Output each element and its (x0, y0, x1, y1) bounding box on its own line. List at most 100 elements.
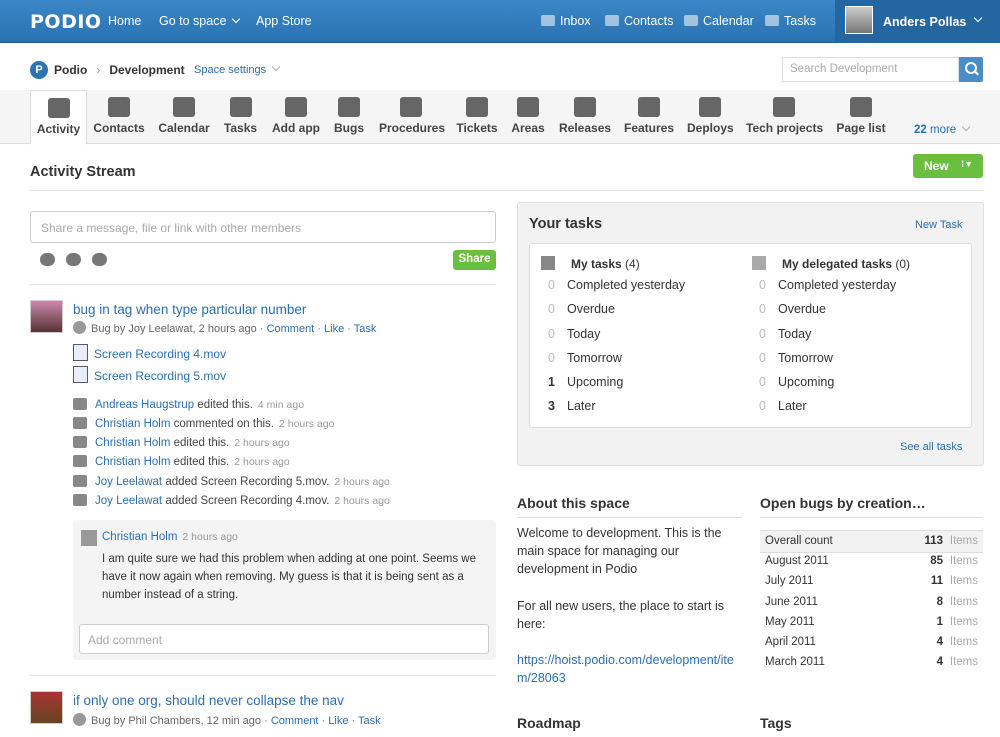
bug-row[interactable]: March 2011 4 Items (760, 656, 983, 676)
tab-tech-projects[interactable]: Tech projects (746, 90, 823, 144)
tab-tickets[interactable]: Tickets (456, 90, 498, 144)
open-bugs-table: Overall count 113 Items August 2011 85 Items… (760, 530, 983, 677)
like-link[interactable]: Like (328, 715, 348, 727)
comment-link[interactable]: Comment (271, 715, 319, 727)
activity-icon (47, 98, 70, 118)
comment-link[interactable]: Comment (267, 323, 315, 335)
tasks-icon (765, 15, 779, 26)
task-row[interactable]: 0 Tomorrow (541, 351, 685, 375)
commenter-avatar[interactable] (81, 530, 97, 546)
tab-calendar[interactable]: Calendar (158, 90, 210, 144)
item-time: 2 hours ago (198, 323, 257, 335)
podio-logo[interactable]: PODIO (30, 11, 102, 33)
bug-row[interactable]: July 2011 11 Items (760, 575, 983, 595)
link-globe-icon[interactable] (66, 253, 81, 266)
breadcrumb-space[interactable]: Development (109, 63, 184, 77)
add-comment-input[interactable]: Add comment (79, 624, 489, 654)
tab-procedures[interactable]: Procedures (379, 90, 446, 144)
paperclip-icon (73, 494, 87, 506)
see-all-tasks-link[interactable]: See all tasks (900, 441, 962, 453)
like-link[interactable]: Like (324, 323, 344, 335)
space-settings-dropdown[interactable]: Space settings (194, 62, 281, 76)
bug-row[interactable]: June 2011 8 Items (760, 596, 983, 616)
task-row[interactable]: 3 Later (541, 399, 685, 423)
activity-entry: Joy Leelawat added Screen Recording 4.mo… (73, 494, 390, 507)
tab-areas[interactable]: Areas (511, 90, 545, 144)
bug-row-label: August 2011 (765, 555, 829, 567)
my-tasks-column: My tasks (4) 0 Completed yesterday 0 Overd… (541, 256, 685, 424)
search-button[interactable] (959, 57, 983, 82)
users-icon (752, 256, 766, 270)
bug-row[interactable]: April 2011 4 Items (760, 636, 983, 656)
tab-deploys[interactable]: Deploys (687, 90, 734, 144)
share-input[interactable]: Share a message, file or link with other… (30, 211, 496, 243)
nav-tasks[interactable]: Tasks (765, 14, 816, 28)
task-row[interactable]: 0 Upcoming (752, 375, 910, 399)
activity-user[interactable]: Christian Holm (95, 437, 170, 449)
new-button[interactable]: New ⁞▼ (913, 154, 983, 178)
tab-contacts[interactable]: Contacts (92, 90, 146, 144)
task-row[interactable]: 0 Today (752, 327, 910, 351)
activity-user[interactable]: Christian Holm (95, 418, 170, 430)
avatar[interactable] (30, 691, 63, 724)
stream-item-title[interactable]: bug in tag when type particular number (73, 302, 306, 317)
task-row[interactable]: 0 Tomorrow (752, 351, 910, 375)
task-count: 0 (759, 278, 766, 292)
task-row[interactable]: 0 Completed yesterday (541, 278, 685, 302)
comment-author[interactable]: Christian Holm (102, 531, 177, 543)
nav-home[interactable]: Home (108, 14, 141, 28)
tab-label: Tasks (223, 121, 258, 135)
avatar[interactable] (30, 300, 63, 333)
nav-go-to-space[interactable]: Go to space (159, 14, 241, 28)
nav-inbox[interactable]: Inbox (541, 14, 591, 28)
user-menu[interactable]: Anders Pollas (835, 0, 1000, 43)
activity-user[interactable]: Christian Holm (95, 456, 170, 468)
task-row[interactable]: 0 Overdue (541, 302, 685, 326)
about-link[interactable]: https://hoist.podio.com/development/item… (517, 651, 742, 687)
delegated-tasks-header[interactable]: My delegated tasks (0) (752, 256, 910, 278)
space-settings-label: Space settings (194, 64, 267, 76)
breadcrumb-separator-icon: › (96, 63, 101, 77)
tab-page-list[interactable]: Page list (836, 90, 886, 144)
tab-activity[interactable]: Activity (30, 90, 87, 145)
tab-features[interactable]: Features (624, 90, 674, 144)
tab-releases[interactable]: Releases (559, 90, 611, 144)
my-tasks-header[interactable]: My tasks (4) (541, 256, 685, 278)
attach-file-icon[interactable] (40, 253, 55, 266)
breadcrumb-org[interactable]: Podio (54, 63, 87, 77)
task-row[interactable]: 0 Today (541, 327, 685, 351)
tab-add-app[interactable]: Add app (272, 90, 320, 144)
task-link[interactable]: Task (358, 715, 381, 727)
task-row[interactable]: 0 Overdue (752, 302, 910, 326)
tasks-icon (229, 97, 252, 117)
tab-label: Add app (272, 121, 320, 135)
tab-bugs[interactable]: Bugs (333, 90, 365, 144)
stream-item-title[interactable]: if only one org, should never collapse t… (73, 693, 344, 708)
bug-row[interactable]: August 2011 85 Items (760, 555, 983, 575)
file-attachment[interactable]: Screen Recording 4.mov (73, 344, 226, 361)
tab-label: Procedures (379, 121, 446, 135)
task-row[interactable]: 0 Completed yesterday (752, 278, 910, 302)
nav-contacts[interactable]: Contacts (605, 14, 673, 28)
tab-label: Areas (511, 121, 545, 135)
task-row[interactable]: 1 Upcoming (541, 375, 685, 399)
activity-user[interactable]: Andreas Haugstrup (95, 399, 194, 411)
nav-calendar[interactable]: Calendar (684, 14, 754, 28)
share-button[interactable]: Share (453, 250, 496, 270)
more-apps-dropdown[interactable]: 22 more (914, 122, 971, 136)
search-input[interactable]: Search Development (782, 57, 959, 82)
bug-row-label: May 2011 (765, 615, 815, 628)
new-task-link[interactable]: New Task (915, 219, 962, 231)
calendar-icon (684, 15, 698, 26)
task-row[interactable]: 0 Later (752, 399, 910, 423)
task-link[interactable]: Task (354, 323, 377, 335)
nav-app-store[interactable]: App Store (256, 14, 312, 28)
activity-user[interactable]: Joy Leelawat (95, 495, 162, 507)
task-count: 1 (548, 375, 555, 390)
question-list-icon[interactable] (92, 253, 107, 266)
activity-user[interactable]: Joy Leelawat (95, 476, 162, 488)
tab-tasks[interactable]: Tasks (222, 90, 259, 144)
bug-row[interactable]: May 2011 1 Items (760, 616, 983, 636)
bug-row-total[interactable]: Overall count 113 Items (760, 530, 983, 553)
file-attachment[interactable]: Screen Recording 5.mov (73, 366, 226, 383)
